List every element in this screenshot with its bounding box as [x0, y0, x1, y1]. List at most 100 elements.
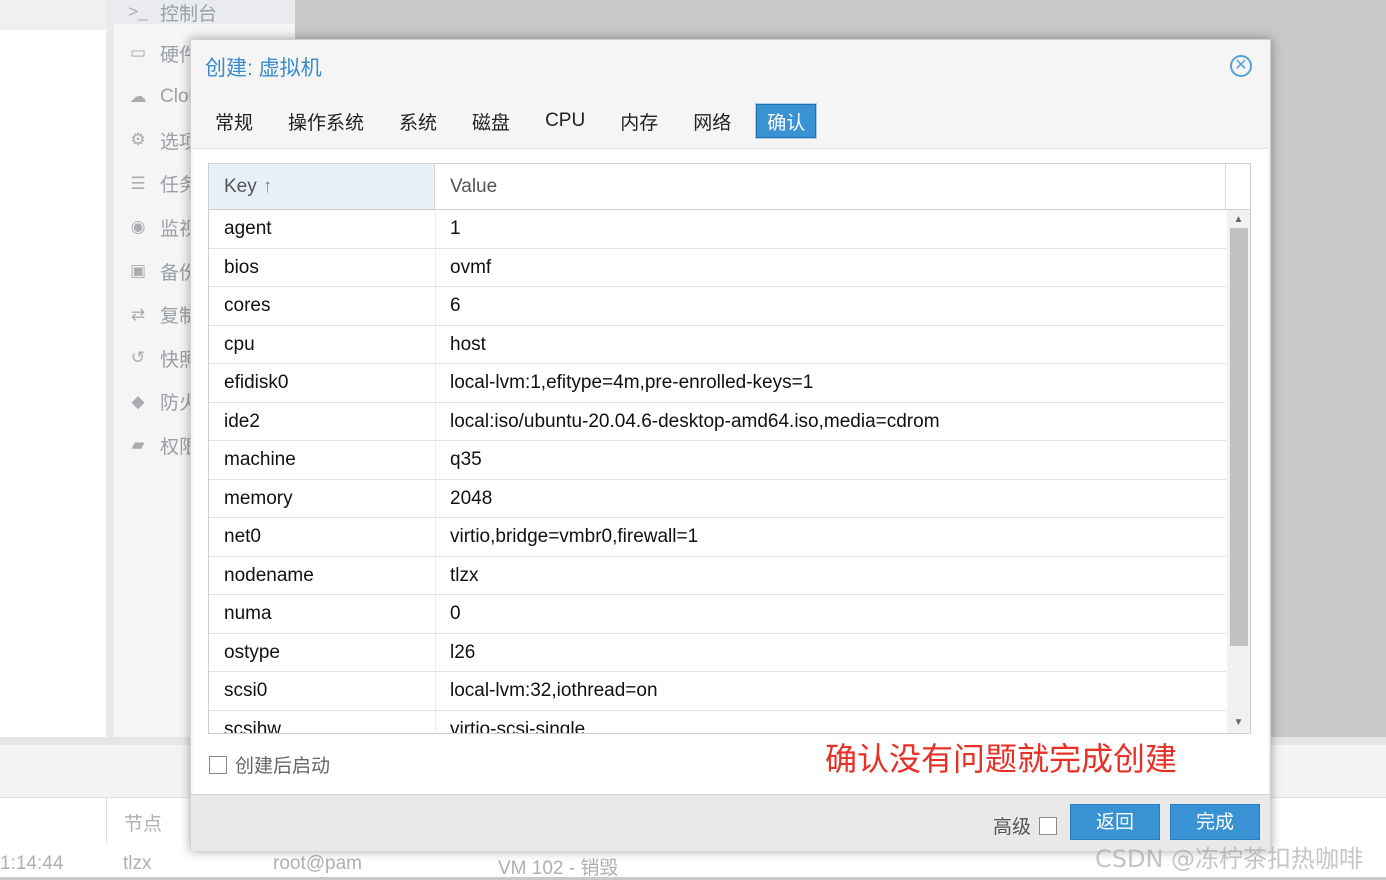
- scroll-up-icon[interactable]: ▲: [1227, 212, 1250, 228]
- grid-body: agent 1 bios ovmf cores 6 cpu host efidisk0 local…: [209, 210, 1226, 734]
- task-description: VM 102 - 销毁: [498, 858, 619, 879]
- row-key: nodename: [224, 564, 314, 586]
- retweet-icon: ⇄: [130, 304, 146, 324]
- sidebar-item[interactable]: ↺ 快照: [126, 346, 198, 371]
- column-divider: [435, 402, 436, 440]
- table-row[interactable]: numa 0: [209, 595, 1226, 634]
- column-divider: [435, 441, 436, 479]
- column-separator: [106, 798, 107, 842]
- tab-2[interactable]: 系统: [389, 104, 447, 138]
- sidebar-item[interactable]: ⇄ 复制: [126, 303, 198, 328]
- row-key: scsi0: [224, 680, 268, 701]
- column-divider: [435, 210, 436, 248]
- tab-1[interactable]: 操作系统: [278, 104, 374, 138]
- table-row[interactable]: bios ovmf: [209, 248, 1226, 287]
- column-value-label: Value: [450, 175, 498, 197]
- table-row[interactable]: net0 virtio,bridge=vmbr0,firewall=1: [209, 518, 1226, 557]
- row-key: efidisk0: [224, 372, 289, 393]
- tab-5[interactable]: 内存: [610, 104, 668, 138]
- tab-6[interactable]: 网络: [683, 104, 741, 138]
- row-value: local-lvm:32,iothread=on: [450, 680, 658, 701]
- advanced-label: 高级: [993, 817, 1032, 838]
- row-value: ovmf: [450, 256, 492, 278]
- table-row[interactable]: scsihw virtio-scsi-single: [209, 710, 1226, 734]
- row-key: net0: [224, 526, 261, 547]
- column-divider: [435, 479, 436, 517]
- tab-4[interactable]: CPU: [535, 104, 595, 138]
- pane-divider: [106, 0, 114, 737]
- row-value: 2048: [450, 487, 493, 509]
- table-row[interactable]: machine q35: [209, 441, 1226, 480]
- row-value: 1: [450, 218, 461, 239]
- watermark: CSDN @冻柠茶扣热咖啡: [1095, 845, 1364, 873]
- start-after-create[interactable]: 创建后启动: [209, 751, 330, 778]
- row-value: virtio-scsi-single: [450, 718, 586, 734]
- column-node[interactable]: 节点: [124, 809, 162, 836]
- row-value: l26: [450, 641, 476, 663]
- table-row[interactable]: ostype l26: [209, 633, 1226, 672]
- sidebar-item[interactable]: ▰ 权限: [126, 433, 198, 458]
- row-key: ostype: [224, 641, 280, 663]
- column-divider: [435, 325, 436, 363]
- task-node: tlzx: [123, 853, 152, 874]
- sidebar-item[interactable]: ▭ 硬件: [126, 41, 198, 66]
- tab-0[interactable]: 常规: [205, 104, 263, 138]
- sidebar-item[interactable]: ⚙ 选项: [126, 128, 198, 153]
- scroll-thumb[interactable]: [1230, 228, 1248, 646]
- sidebar-item-label: 控制台: [160, 3, 218, 25]
- annotation-text: 确认没有问题就完成创建: [825, 740, 1178, 778]
- create-vm-dialog: 创建: 虚拟机 ✕ 常规 操作系统 系统 磁盘 CPU 内存 网络 确认 Key ↑ Valu…: [190, 39, 1271, 851]
- table-row[interactable]: nodename tlzx: [209, 556, 1226, 595]
- row-value: 6: [450, 295, 461, 316]
- sidebar-item[interactable]: ▣ 备份: [126, 259, 198, 284]
- floppy-icon: ▣: [129, 261, 147, 280]
- finish-button[interactable]: 完成: [1170, 804, 1260, 840]
- back-button[interactable]: 返回: [1070, 804, 1160, 840]
- column-divider: [435, 364, 436, 402]
- sidebar-item-console[interactable]: >_ 控制台: [114, 0, 295, 25]
- grid-header: Key ↑ Value: [209, 164, 1250, 210]
- row-key: cores: [224, 295, 271, 316]
- confirm-panel: Key ↑ Value agent 1 bios ovmf cores 6 cpu host e…: [193, 148, 1268, 794]
- row-key: cpu: [224, 333, 255, 355]
- table-row[interactable]: memory 2048: [209, 479, 1226, 518]
- tab-3[interactable]: 磁盘: [462, 104, 520, 138]
- table-row[interactable]: cores 6: [209, 287, 1226, 326]
- column-key[interactable]: Key ↑: [209, 164, 435, 209]
- tree-strip: [0, 0, 106, 30]
- dialog-title: 创建: 虚拟机: [205, 57, 322, 80]
- start-after-create-checkbox[interactable]: [209, 755, 227, 774]
- row-value: 0: [450, 603, 461, 624]
- summary-grid: Key ↑ Value agent 1 bios ovmf cores 6 cpu host e…: [208, 163, 1251, 734]
- table-row[interactable]: scsi0 local-lvm:32,iothread=on: [209, 672, 1226, 711]
- history-icon: ↺: [130, 348, 146, 368]
- column-divider: [435, 248, 436, 286]
- unlock-icon: ▰: [131, 435, 145, 455]
- advanced-toggle[interactable]: 高级: [993, 812, 1058, 839]
- task-user: root@pam: [273, 853, 362, 874]
- tab-7[interactable]: 确认: [755, 103, 818, 139]
- table-row[interactable]: cpu host: [209, 325, 1226, 364]
- row-value: virtio,bridge=vmbr0,firewall=1: [450, 526, 699, 547]
- grid-scrollbar[interactable]: ▲ ▼: [1227, 210, 1250, 733]
- shield-icon: ◆: [131, 391, 145, 411]
- row-key: ide2: [224, 410, 260, 432]
- row-value: local:iso/ubuntu-20.04.6-desktop-amd64.i…: [450, 410, 940, 432]
- row-key: scsihw: [224, 718, 282, 734]
- column-divider: [435, 595, 436, 633]
- table-row[interactable]: ide2 local:iso/ubuntu-20.04.6-desktop-amd…: [209, 402, 1226, 441]
- column-key-label: Key: [224, 175, 257, 197]
- column-divider: [435, 672, 436, 710]
- table-row[interactable]: agent 1: [209, 210, 1226, 249]
- cloud-icon: ☁: [129, 86, 147, 106]
- scroll-down-icon[interactable]: ▼: [1227, 715, 1250, 731]
- column-divider: [435, 633, 436, 671]
- row-key: memory: [224, 487, 293, 509]
- column-value[interactable]: Value: [435, 164, 1226, 209]
- column-divider: [435, 518, 436, 556]
- advanced-checkbox[interactable]: [1039, 816, 1058, 835]
- table-row[interactable]: efidisk0 local-lvm:1,efitype=4m,pre-enrol…: [209, 364, 1226, 403]
- row-value: host: [450, 333, 486, 355]
- close-icon[interactable]: ✕: [1230, 55, 1252, 77]
- row-value: local-lvm:1,efitype=4m,pre-enrolled-keys…: [450, 372, 814, 393]
